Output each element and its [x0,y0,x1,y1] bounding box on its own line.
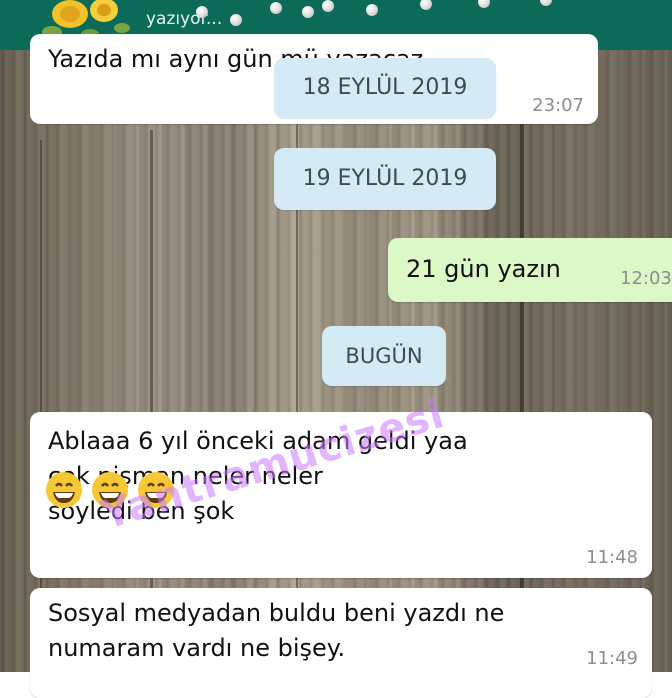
pearl-decoration [420,0,432,10]
message-time: 12:03 [620,268,672,289]
grinning-face-emoji [92,472,128,508]
pearl-decoration [270,2,282,14]
grinning-face-emoji [46,472,82,508]
message-time: 11:49 [586,648,638,669]
pearl-decoration [478,0,490,8]
message-text: Sosyal medyadan buldu beni yazdı ne numa… [48,599,505,662]
date-separator: 18 EYLÜL 2019 [274,58,496,118]
pearl-decoration [366,4,378,16]
pearl-decoration [540,0,552,6]
message-time: 11:48 [586,547,638,568]
message-time: 23:07 [532,95,584,116]
pearl-decoration [322,0,334,12]
message-bubble-incoming[interactable]: Sosyal medyadan buldu beni yazdı ne numa… [30,588,652,698]
pearl-decoration [196,6,208,18]
message-bubble-incoming[interactable]: Ablaaa 6 yıl önceki adam geldi yaa çok p… [30,412,652,578]
pearl-decoration [230,14,242,26]
date-separator: 19 EYLÜL 2019 [274,148,496,210]
pearl-decoration [302,6,314,18]
message-text: 21 gün yazın [406,255,561,283]
message-bubble-outgoing[interactable]: 21 gün yazın 12:03 [388,238,672,302]
grinning-face-emoji [138,472,174,508]
date-separator: BUGÜN [322,326,446,386]
typing-status: yazıyor... [146,9,223,29]
